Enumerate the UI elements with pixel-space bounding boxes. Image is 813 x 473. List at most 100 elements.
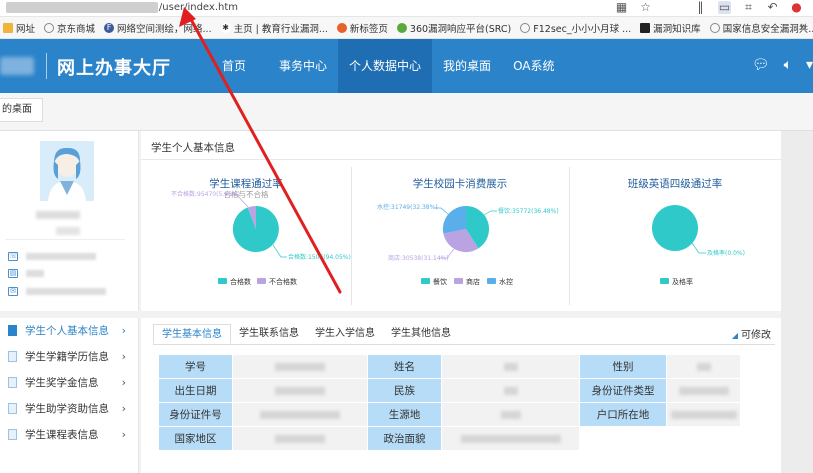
profile-id: ▤ [8, 267, 128, 279]
empty-cell [579, 426, 667, 451]
bookmarks-bar: 网址 京东商城 F 网络空间测绘，网络... ✱ 主页 | 教育行业漏洞... 新标… [0, 17, 813, 39]
modifiable-link[interactable]: ◢ 可修改 [732, 326, 771, 341]
field-value [441, 426, 580, 451]
field-value [232, 426, 368, 451]
tab-admission-info[interactable]: 学生入学信息 [307, 324, 383, 344]
nav-personal-data-center[interactable]: 个人数据中心 [338, 39, 433, 93]
menu-basic-info[interactable]: 学生个人基本信息 › [0, 318, 132, 343]
slice-label-pass: 及格率(0.0%) [707, 249, 745, 257]
pie-slice-pass [652, 205, 698, 251]
library-icon[interactable]: ‖ [694, 1, 707, 14]
page-tab-strip: 的桌面 [0, 93, 813, 131]
dark-square-icon [640, 22, 651, 33]
tab-basic-info[interactable]: 学生基本信息 [153, 324, 231, 344]
more-icon[interactable]: ▾ [806, 57, 813, 73]
triangle-icon: ◢ [731, 331, 738, 340]
bookmark-item[interactable]: 京东商城 [44, 21, 95, 35]
field-label: 民族 [367, 378, 442, 403]
nav-my-desktop[interactable]: 我的桌面 [432, 39, 502, 93]
slice-label-water: 水控:31749(32.38%) [377, 203, 438, 211]
tab-other-info[interactable]: 学生其他信息 [383, 324, 459, 344]
site-header: 网上办事大厅 首页 事务中心 个人数据中心 我的桌面 OA系统 💬︎ 🔈︎ ▾ [0, 39, 813, 93]
field-value [232, 354, 368, 379]
bookmark-item[interactable]: F 网络空间测绘，网络... [104, 21, 212, 35]
legend-swatch-water [487, 278, 496, 284]
menu-financial-aid-info[interactable]: 学生助学资助信息 › [0, 396, 132, 421]
chat-icon[interactable]: 💬︎ [752, 57, 770, 73]
field-label: 生源地 [367, 402, 442, 427]
field-value [666, 378, 741, 403]
field-value [232, 378, 368, 403]
menu-enrollment-info[interactable]: 学生学籍学历信息 › [0, 344, 132, 369]
bug-icon: ✱ [220, 22, 231, 33]
table-row: 出生日期 民族 身份证件类型 [158, 378, 741, 403]
profile-email: ✉ [8, 285, 128, 297]
phone-icon: ☏ [8, 251, 18, 261]
tab-my-desktop[interactable]: 的桌面 [0, 98, 43, 122]
left-menu: 学生个人基本信息 › 学生学籍学历信息 › 学生奖学金信息 › 学生助学资助信息 › 学… [0, 318, 139, 473]
bookmark-star-icon[interactable]: ☆ [639, 1, 652, 14]
divider [5, 239, 125, 240]
bookmark-item[interactable]: 360漏洞响应平台(SRC) [396, 21, 511, 35]
menu-timetable-info[interactable]: 学生课程表信息 › [0, 422, 132, 447]
bookmark-item[interactable]: 网址 [3, 21, 35, 35]
detail-tabs: 学生基本信息 学生联系信息 学生入学信息 学生其他信息 [153, 324, 459, 344]
sidebar-toggle-icon[interactable]: ▭ [718, 1, 731, 14]
speaker-icon[interactable]: 🔈︎ [784, 57, 792, 73]
tab-contact-info[interactable]: 学生联系信息 [231, 324, 307, 344]
legend-swatch-pass [218, 278, 227, 284]
cet4-pass-rate-chart: 班级英语四级通过率 及格率(0.0%) 及格率 [569, 161, 781, 311]
field-label: 姓名 [367, 354, 442, 379]
divider [141, 159, 781, 160]
360-icon [396, 22, 407, 33]
qr-code-icon[interactable]: ▦ [615, 1, 628, 14]
profile-card: ☏ ▤ ✉ [0, 131, 139, 311]
field-label: 性别 [579, 354, 667, 379]
bookmark-item[interactable]: 漏洞知识库 [640, 21, 701, 35]
document-icon [8, 325, 17, 336]
url-text[interactable]: htt​ps://xxxxxxxxxx.xxx.xx.xxx/user/inde… [6, 2, 238, 13]
student-name [36, 211, 80, 219]
field-value [441, 402, 580, 427]
nav-affairs-center[interactable]: 事务中心 [268, 39, 338, 93]
field-value [441, 354, 580, 379]
document-icon [8, 403, 17, 414]
field-label: 政治面貌 [367, 426, 442, 451]
logo [0, 57, 34, 75]
stats-title: 学生个人基本信息 [151, 142, 235, 154]
field-value [441, 378, 580, 403]
menu-scholarship-info[interactable]: 学生奖学金信息 › [0, 370, 132, 395]
more-bookmarks-icon[interactable]: » [799, 20, 807, 35]
legend-fail: 不合格数 [269, 277, 297, 286]
student-info-table: 学号 姓名 性别 出生日期 民族 身份证件类型 身份证件号 生源地 户口所在地 … [158, 354, 741, 451]
detail-card: 学生基本信息 学生联系信息 学生入学信息 学生其他信息 ◢ 可修改 学号 姓名 性… [141, 318, 781, 473]
chevron-right-icon: › [121, 350, 126, 363]
chevron-right-icon: › [121, 324, 126, 337]
chevron-right-icon: › [121, 428, 126, 441]
user-silhouette-icon [40, 141, 94, 201]
nav-oa-system[interactable]: OA系统 [502, 39, 565, 93]
globe-icon [44, 22, 55, 33]
extension-red-icon[interactable]: ● [790, 1, 803, 14]
site-title: 网上办事大厅 [57, 58, 171, 79]
document-icon [8, 351, 17, 362]
undo-icon[interactable]: ↶ [766, 1, 779, 14]
slice-label-store: 商店:30538(31.14%) [388, 254, 449, 262]
crop-screenshot-icon[interactable]: ⌗ [742, 1, 755, 14]
logo-divider [46, 53, 47, 79]
bookmark-item[interactable]: ✱ 主页 | 教育行业漏洞... [220, 21, 328, 35]
legend-dining: 餐饮 [433, 277, 447, 286]
field-label: 身份证件号 [158, 402, 233, 427]
bookmark-item[interactable]: 新标签页 [336, 21, 388, 35]
chevron-right-icon: › [121, 402, 126, 415]
pie-chart: 餐饮:35772(36.48%) 商店:30538(31.14%) 水控:317… [377, 203, 559, 286]
mail-icon: ✉ [8, 286, 18, 296]
bookmark-item[interactable]: F12sec_小小小月球 ... [520, 21, 631, 35]
globe-icon [709, 22, 720, 33]
legend-swatch-dining [421, 278, 430, 284]
bookmark-item[interactable]: 国家信息安全漏洞共... [709, 21, 813, 35]
nav-home[interactable]: 首页 [208, 39, 268, 93]
legend-swatch-store [454, 278, 463, 284]
slice-label-dining: 餐饮:35772(36.48%) [498, 207, 559, 215]
browser-address-bar[interactable]: htt​ps://xxxxxxxxxx.xxx.xx.xxx/user/inde… [0, 0, 813, 17]
